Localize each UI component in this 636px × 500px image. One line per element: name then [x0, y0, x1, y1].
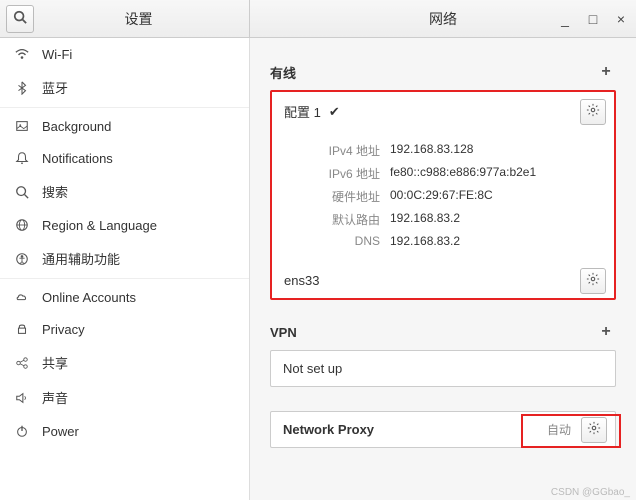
content-area: 有线 + 配置 1 ✔ IPv4 地址 192.168.83.128 IPv6 地… [250, 38, 636, 500]
detail-label: IPv4 地址 [300, 142, 380, 159]
profile-details: IPv4 地址 192.168.83.128 IPv6 地址 fe80::c988:… [272, 131, 614, 263]
detail-label: IPv6 地址 [300, 165, 380, 182]
add-vpn-button[interactable]: + [596, 322, 616, 342]
vpn-card: Not set up [270, 350, 616, 387]
gear-icon [586, 272, 600, 289]
detail-value: 192.168.83.2 [390, 234, 460, 248]
sidebar-item-label: 通用辅助功能 [42, 249, 120, 268]
detail-value: 192.168.83.128 [390, 142, 473, 159]
lock-icon [14, 321, 30, 337]
cloud-icon [14, 289, 30, 305]
vpn-section-header: VPN + [270, 318, 616, 350]
sidebar-item-label: Privacy [42, 322, 85, 337]
sidebar-item-label: 蓝牙 [42, 78, 68, 97]
vpn-status-row: Not set up [271, 351, 615, 386]
wired-profile-card: 配置 1 ✔ IPv4 地址 192.168.83.128 IPv6 地址 fe80… [270, 90, 616, 300]
sidebar-item-privacy[interactable]: Privacy [0, 313, 249, 345]
detail-label: 默认路由 [300, 211, 380, 228]
gear-icon [587, 421, 601, 438]
proxy-row[interactable]: Network Proxy 自动 [271, 412, 615, 447]
power-icon [14, 423, 30, 439]
sidebar-item-label: Power [42, 424, 79, 439]
titlebar: 设置 网络 _ □ × [0, 0, 636, 38]
proxy-settings-button[interactable] [581, 417, 607, 443]
wired-profile-row[interactable]: 配置 1 ✔ [272, 92, 614, 131]
bluetooth-icon [14, 80, 30, 96]
globe-icon [14, 217, 30, 233]
sidebar-item-label: Region & Language [42, 218, 157, 233]
detail-label: DNS [300, 234, 380, 248]
search-icon [13, 10, 27, 27]
sidebar-item-label: 声音 [42, 388, 68, 407]
profile-name: 配置 1 [284, 102, 321, 121]
watermark: CSDN @GGbao_ [551, 487, 630, 498]
wifi-icon [14, 46, 30, 62]
proxy-mode: 自动 [547, 421, 571, 438]
gear-icon [586, 103, 600, 120]
sidebar-item-bluetooth[interactable]: 蓝牙 [0, 70, 249, 105]
sidebar-item-search[interactable]: 搜索 [0, 174, 249, 209]
interface-name: ens33 [284, 273, 319, 288]
sidebar: Wi-Fi 蓝牙 Background Notifications 搜索 Reg… [0, 38, 250, 500]
sidebar-item-notifications[interactable]: Notifications [0, 142, 249, 174]
interface-settings-button[interactable] [580, 268, 606, 294]
sidebar-item-label: 共享 [42, 353, 68, 372]
accessibility-icon [14, 251, 30, 267]
close-button[interactable]: × [612, 10, 630, 28]
share-icon [14, 355, 30, 371]
proxy-card: Network Proxy 自动 [270, 411, 616, 448]
wired-title: 有线 [270, 63, 296, 82]
profile-settings-button[interactable] [580, 99, 606, 125]
detail-value: 00:0C:29:67:FE:8C [390, 188, 493, 205]
add-wired-button[interactable]: + [596, 62, 616, 82]
sidebar-item-label: 搜索 [42, 182, 68, 201]
sidebar-item-wifi[interactable]: Wi-Fi [0, 38, 249, 70]
sidebar-item-label: Online Accounts [42, 290, 136, 305]
wired-interface-row[interactable]: ens33 [272, 263, 614, 298]
maximize-button[interactable]: □ [584, 10, 602, 28]
content-title: 网络 [429, 9, 457, 29]
bell-icon [14, 150, 30, 166]
sidebar-item-label: Wi-Fi [42, 47, 72, 62]
sidebar-item-sharing[interactable]: 共享 [0, 345, 249, 380]
vpn-title: VPN [270, 325, 297, 340]
sidebar-item-sound[interactable]: 声音 [0, 380, 249, 415]
detail-value: fe80::c988:e886:977a:b2e1 [390, 165, 536, 182]
vpn-status: Not set up [283, 361, 342, 376]
detail-label: 硬件地址 [300, 188, 380, 205]
detail-value: 192.168.83.2 [390, 211, 460, 228]
sound-icon [14, 390, 30, 406]
search-button[interactable] [6, 5, 34, 33]
minimize-button[interactable]: _ [556, 10, 574, 28]
sidebar-title: 设置 [34, 9, 243, 29]
search-icon [14, 184, 30, 200]
background-icon [14, 118, 30, 134]
check-icon: ✔ [329, 104, 340, 120]
wired-section-header: 有线 + [270, 58, 616, 90]
sidebar-item-label: Background [42, 119, 111, 134]
sidebar-item-online-accounts[interactable]: Online Accounts [0, 281, 249, 313]
sidebar-item-background[interactable]: Background [0, 110, 249, 142]
sidebar-item-region[interactable]: Region & Language [0, 209, 249, 241]
sidebar-item-accessibility[interactable]: 通用辅助功能 [0, 241, 249, 276]
sidebar-item-label: Notifications [42, 151, 113, 166]
sidebar-item-power[interactable]: Power [0, 415, 249, 447]
